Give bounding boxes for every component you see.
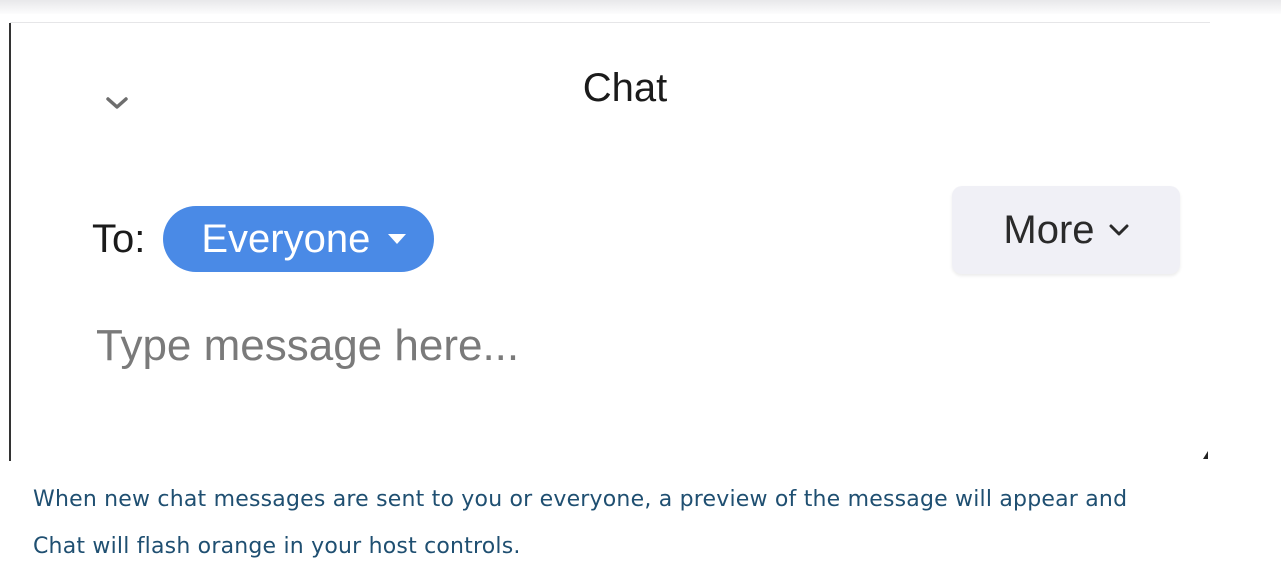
chevron-down-icon — [1109, 223, 1129, 237]
collapse-chat-button[interactable] — [98, 84, 136, 122]
message-input[interactable] — [96, 310, 1176, 382]
recipient-row: To: Everyone — [92, 205, 435, 273]
recipient-dropdown[interactable]: Everyone — [163, 206, 435, 272]
more-button-label: More — [1003, 207, 1095, 252]
help-caption: When new chat messages are sent to you o… — [33, 476, 1263, 570]
chat-title: Chat — [582, 66, 668, 110]
caption-line: Chat will flash orange in your host cont… — [33, 534, 521, 559]
caption-line: When new chat messages are sent to you o… — [33, 487, 1128, 512]
panel-left-border — [9, 23, 11, 461]
caret-down-icon — [388, 234, 407, 244]
resize-grip-icon[interactable] — [1203, 451, 1208, 459]
to-label: To: — [92, 216, 146, 261]
chevron-down-icon — [106, 97, 128, 109]
panel-top-divider — [10, 22, 1210, 23]
more-button[interactable]: More — [952, 186, 1180, 274]
recipient-label: Everyone — [201, 216, 371, 261]
